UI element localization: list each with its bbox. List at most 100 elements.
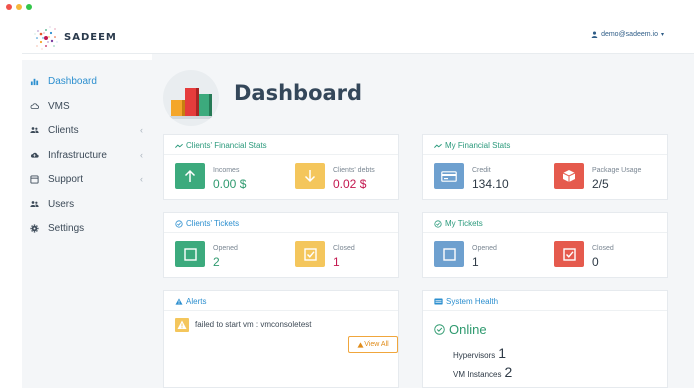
incomes-value: 0.00 $ [213, 177, 247, 191]
alert-warning-icon [175, 318, 189, 332]
hypervisors-value: 1 [498, 345, 507, 361]
closed-value: 0 [592, 255, 599, 269]
closed-icon-box [554, 241, 584, 267]
incomes-label: Incomes [213, 167, 240, 174]
package-icon [562, 170, 576, 182]
user-email: demo@sadeem.io [601, 31, 658, 38]
brand-logo[interactable]: SADEEM [32, 24, 144, 50]
package-usage-icon-box [554, 163, 584, 189]
closed-label: Closed [592, 245, 614, 252]
sidebar-item-infrastructure[interactable]: Infrastructure ‹ [22, 146, 152, 164]
credit-value: 134.10 [472, 177, 509, 191]
close-window-button[interactable] [6, 4, 12, 10]
divider [164, 232, 398, 233]
warning-icon [175, 298, 183, 305]
hypervisors-label: Hypervisors [453, 351, 496, 360]
brand-name: SADEEM [64, 32, 117, 43]
dashboard-chart-icon [163, 70, 219, 126]
square-outline-icon [442, 247, 456, 261]
sidebar-item-label: Clients [48, 124, 79, 136]
panel-title: My Tickets [434, 219, 483, 228]
window-chrome [0, 0, 694, 20]
hypervisors-row: Hypervisors 1 [453, 345, 506, 361]
divider [164, 310, 398, 311]
panel-title: Alerts [175, 297, 206, 306]
trend-icon [434, 143, 442, 148]
chevron-left-icon: ‹ [140, 150, 143, 160]
panel-title-text: Alerts [186, 297, 207, 306]
package-usage-label: Package Usage [592, 167, 642, 174]
support-icon [30, 174, 39, 184]
alerts-panel: Alerts failed to start vm : vmconsoletes… [163, 290, 399, 388]
divider [423, 232, 667, 233]
divider [164, 154, 398, 155]
main-content: Dashboard Clients' Financial Stats Incom… [152, 54, 694, 388]
my-financial-panel: My Financial Stats Credit 134.10 Package… [422, 134, 668, 200]
panel-title-text: My Tickets [445, 219, 483, 228]
health-status: Online [434, 322, 487, 337]
closed-icon-box [295, 241, 325, 267]
sidebar-item-label: Support [48, 173, 84, 185]
user-icon [591, 31, 598, 38]
opened-icon-box [434, 241, 464, 267]
panel-title: Clients' Financial Stats [175, 141, 267, 150]
alert-message: failed to start vm : vmconsoletest [195, 320, 312, 329]
check-circle-icon [434, 324, 445, 335]
sidebar: Dashboard VMS Clients ‹ Infrastructure ‹… [22, 60, 152, 388]
sidebar-item-support[interactable]: Support ‹ [22, 170, 152, 188]
opened-value: 1 [472, 255, 479, 269]
debts-label: Clients' debts [333, 167, 375, 174]
minimize-window-button[interactable] [16, 4, 22, 10]
system-health-panel: System Health Online Hypervisors 1 VM Ins… [422, 290, 668, 388]
ticket-icon [434, 219, 442, 228]
cloud-icon [30, 102, 39, 111]
closed-label: Closed [333, 245, 355, 252]
sidebar-item-users[interactable]: Users [22, 195, 152, 213]
gear-icon [30, 223, 39, 233]
debts-icon-box [295, 163, 325, 189]
panel-title: Clients' Tickets [175, 219, 239, 228]
closed-value: 1 [333, 255, 340, 269]
trend-icon [175, 143, 183, 148]
health-status-text: Online [449, 322, 487, 337]
server-icon [434, 298, 443, 305]
divider [423, 154, 667, 155]
user-menu[interactable]: demo@sadeem.io ▾ [591, 31, 664, 38]
clients-tickets-panel: Clients' Tickets Opened 2 Closed 1 [163, 212, 399, 278]
chevron-left-icon: ‹ [140, 174, 143, 184]
my-tickets-panel: My Tickets Opened 1 Closed 0 [422, 212, 668, 278]
panel-title-text: My Financial Stats [445, 141, 511, 150]
credit-icon-box [434, 163, 464, 189]
vm-instances-row: VM Instances 2 [453, 364, 512, 380]
sidebar-item-label: Settings [48, 222, 85, 234]
sidebar-item-vms[interactable]: VMS [22, 97, 152, 115]
maximize-window-button[interactable] [26, 4, 32, 10]
sidebar-item-settings[interactable]: Settings [22, 219, 152, 237]
view-all-button[interactable]: View All [348, 336, 398, 353]
chevron-left-icon: ‹ [140, 125, 143, 135]
divider [423, 310, 667, 311]
panel-title-text: System Health [446, 297, 499, 306]
chevron-down-icon: ▾ [660, 32, 664, 38]
ticket-icon [175, 219, 183, 228]
clients-financial-panel: Clients' Financial Stats Incomes 0.00 $ … [163, 134, 399, 200]
package-usage-value: 2/5 [592, 177, 609, 191]
panel-title: My Financial Stats [434, 141, 510, 150]
sidebar-item-clients[interactable]: Clients ‹ [22, 121, 152, 139]
sidebar-item-label: VMS [48, 100, 70, 112]
opened-icon-box [175, 241, 205, 267]
debts-value: 0.02 $ [333, 177, 367, 191]
opened-label: Opened [213, 245, 238, 252]
incomes-icon-box [175, 163, 205, 189]
arrow-down-icon [304, 170, 316, 183]
opened-label: Opened [472, 245, 497, 252]
arrow-up-icon [184, 169, 196, 182]
panel-title-text: Clients' Financial Stats [186, 141, 267, 150]
sidebar-item-dashboard[interactable]: Dashboard [22, 72, 152, 90]
vm-instances-label: VM Instances [453, 370, 502, 379]
user-group-icon [30, 200, 39, 209]
credit-card-icon [441, 170, 457, 182]
sidebar-item-label: Users [48, 198, 75, 210]
page-title: Dashboard [234, 81, 363, 105]
square-outline-icon [183, 247, 197, 261]
